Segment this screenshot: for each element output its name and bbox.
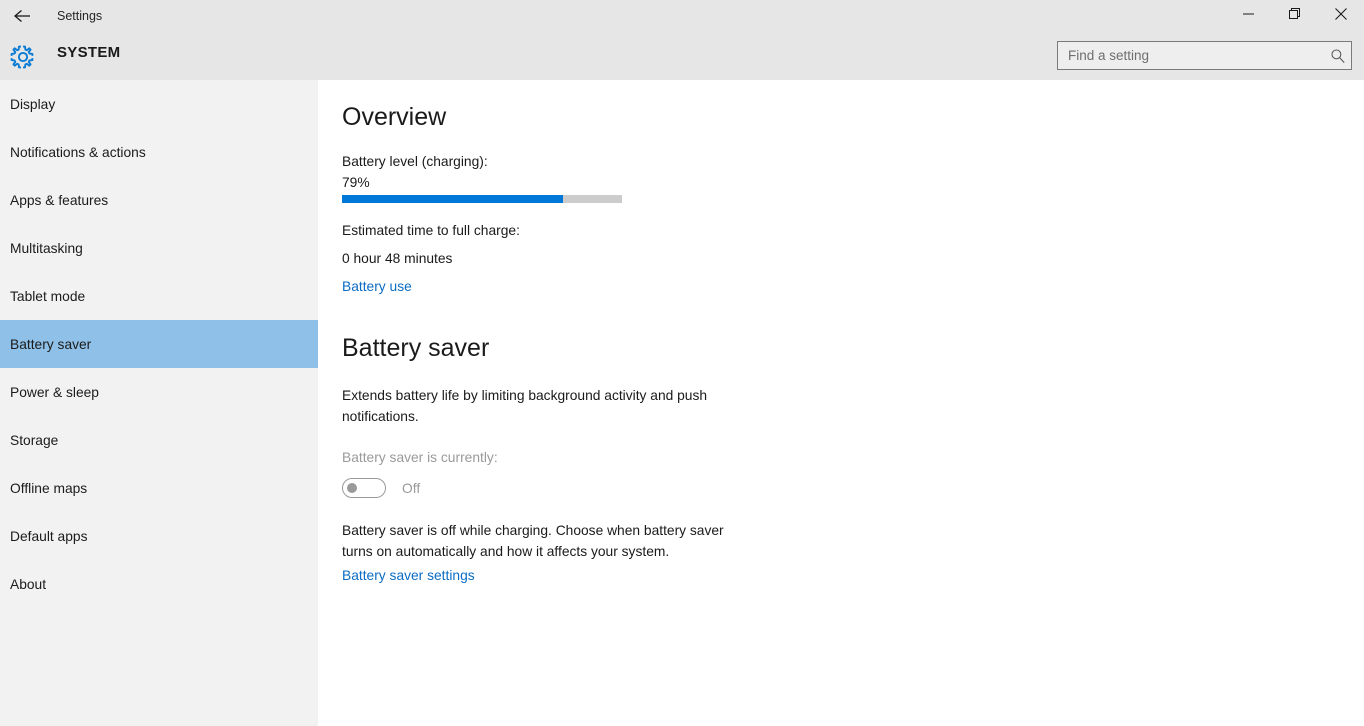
sidebar-item-label: Display <box>10 96 56 112</box>
battery-saver-settings-link[interactable]: Battery saver settings <box>342 568 475 583</box>
toggle-knob <box>347 483 357 493</box>
battery-saver-heading: Battery saver <box>342 334 490 362</box>
minimize-button[interactable] <box>1226 0 1272 32</box>
window-title: Settings <box>57 9 103 23</box>
back-arrow-icon <box>13 8 33 24</box>
estimated-time-value: 0 hour 48 minutes <box>342 251 453 266</box>
sidebar-item-label: About <box>10 576 47 592</box>
sidebar-item-label: Default apps <box>10 528 88 544</box>
sidebar-item-tablet-mode[interactable]: Tablet mode <box>0 272 318 320</box>
sidebar-item-power-sleep[interactable]: Power & sleep <box>0 368 318 416</box>
sidebar-item-label: Power & sleep <box>10 384 99 400</box>
sidebar-item-battery-saver[interactable]: Battery saver <box>0 320 318 368</box>
battery-saver-note: Battery saver is off while charging. Cho… <box>342 523 724 559</box>
back-button[interactable] <box>8 2 38 30</box>
sidebar-item-notifications-actions[interactable]: Notifications & actions <box>0 128 318 176</box>
sidebar-item-apps-features[interactable]: Apps & features <box>0 176 318 224</box>
minimize-icon <box>1243 7 1255 25</box>
sidebar-item-label: Offline maps <box>10 480 88 496</box>
sidebar-item-label: Multitasking <box>10 240 83 256</box>
sidebar-item-label: Apps & features <box>10 192 109 208</box>
search-input[interactable] <box>1058 42 1325 69</box>
gear-icon <box>9 43 37 71</box>
battery-level-progress-bar <box>342 195 622 203</box>
sidebar-navigation: Display Notifications & actions Apps & f… <box>0 80 318 726</box>
battery-saver-status-label: Battery saver is currently: <box>342 450 498 465</box>
sidebar-item-label: Storage <box>10 432 59 448</box>
sidebar-item-label: Notifications & actions <box>10 144 146 160</box>
estimated-time-label: Estimated time to full charge: <box>342 223 520 238</box>
battery-saver-toggle-state: Off <box>402 480 421 496</box>
sidebar-item-display[interactable]: Display <box>0 80 318 128</box>
sidebar-item-about[interactable]: About <box>0 560 318 608</box>
sidebar-item-label: Tablet mode <box>10 288 86 304</box>
restore-icon <box>1289 7 1301 25</box>
battery-saver-description: Extends battery life by limiting backgro… <box>342 388 708 424</box>
sidebar-item-label: Battery saver <box>10 336 92 352</box>
sidebar-item-storage[interactable]: Storage <box>0 416 318 464</box>
battery-level-value: 79% <box>342 175 370 190</box>
sidebar-item-default-apps[interactable]: Default apps <box>0 512 318 560</box>
sidebar-item-offline-maps[interactable]: Offline maps <box>0 464 318 512</box>
close-button[interactable] <box>1318 0 1364 32</box>
sidebar-item-multitasking[interactable]: Multitasking <box>0 224 318 272</box>
battery-level-label: Battery level (charging): <box>342 154 488 169</box>
title-bar: Settings <box>0 0 1364 32</box>
battery-level-progress-fill <box>342 195 564 203</box>
restore-button[interactable] <box>1272 0 1318 32</box>
main-content: Overview Battery level (charging): 79% E… <box>318 80 1364 726</box>
search-icon[interactable] <box>1325 48 1351 64</box>
battery-saver-toggle-row: Off <box>342 478 420 498</box>
search-box[interactable] <box>1057 41 1352 70</box>
window-controls <box>1226 0 1364 32</box>
battery-saver-toggle[interactable] <box>342 478 386 498</box>
close-icon <box>1335 7 1347 25</box>
battery-use-link[interactable]: Battery use <box>342 279 412 294</box>
page-title: SYSTEM <box>57 44 121 61</box>
overview-heading: Overview <box>342 103 447 131</box>
